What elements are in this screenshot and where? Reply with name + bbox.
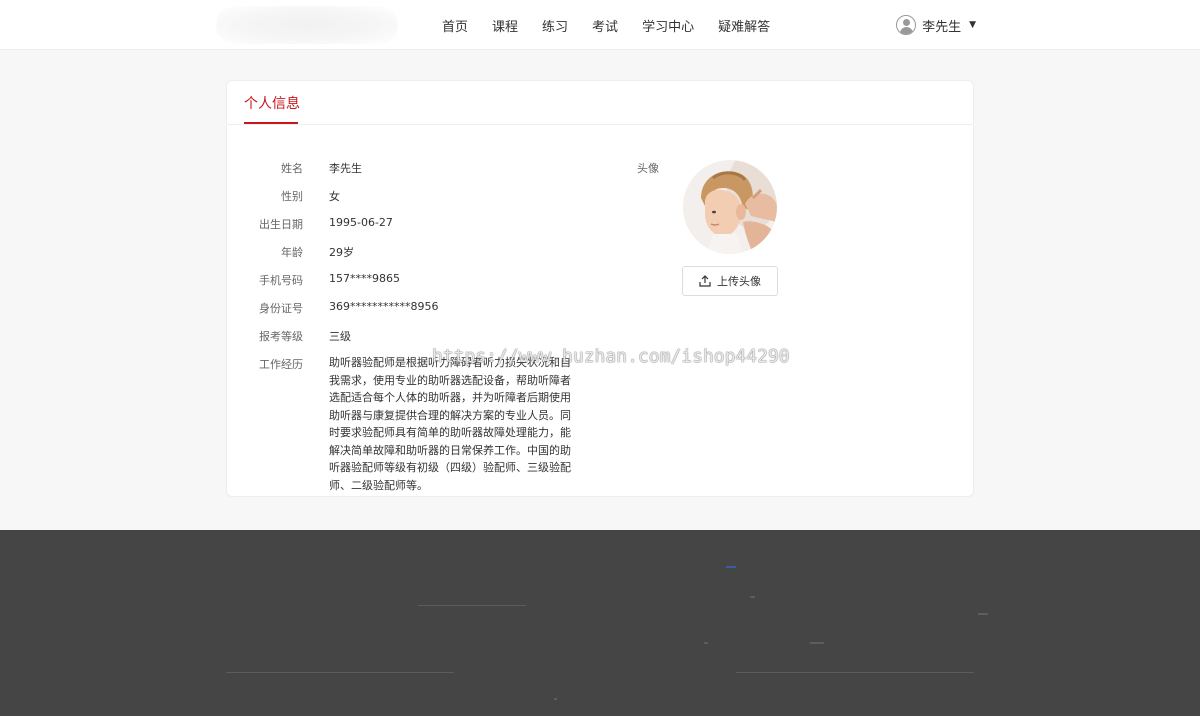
field-value: 1995-06-27 bbox=[329, 216, 393, 229]
user-name: 李先生 bbox=[922, 19, 962, 35]
footer-mark bbox=[810, 642, 824, 644]
field-label: 身份证号 bbox=[259, 302, 303, 315]
main-nav: 首页 课程 练习 考试 学习中心 疑难解答 bbox=[430, 0, 782, 50]
avatar-label: 头像 bbox=[637, 162, 659, 175]
user-circle-icon bbox=[896, 15, 917, 35]
watermark-text: https://www.huzhan.com/ishop44290 bbox=[432, 346, 790, 367]
field-value: 李先生 bbox=[329, 162, 362, 175]
footer-mark bbox=[554, 698, 557, 700]
nav-faq[interactable]: 疑难解答 bbox=[718, 16, 770, 35]
upload-avatar-button[interactable]: 上传头像 bbox=[682, 266, 778, 296]
field-label: 姓名 bbox=[281, 162, 303, 175]
field-value: 女 bbox=[329, 190, 340, 203]
field-label: 年龄 bbox=[281, 246, 303, 259]
profile-avatar bbox=[683, 160, 777, 254]
field-label: 出生日期 bbox=[259, 218, 303, 231]
chevron-down-icon: ▼ bbox=[969, 20, 976, 30]
card-header: 个人信息 bbox=[227, 81, 973, 125]
field-value: 369***********8956 bbox=[329, 300, 439, 313]
site-footer bbox=[0, 530, 1200, 716]
field-value: 157****9865 bbox=[329, 272, 400, 285]
footer-mark bbox=[726, 566, 736, 568]
nav-exam[interactable]: 考试 bbox=[592, 16, 618, 35]
top-navigation-bar: 首页 课程 练习 考试 学习中心 疑难解答 李先生 ▼ bbox=[0, 0, 1200, 50]
upload-avatar-label: 上传头像 bbox=[717, 275, 761, 288]
nav-practice[interactable]: 练习 bbox=[542, 16, 568, 35]
site-logo[interactable] bbox=[216, 6, 398, 44]
tab-personal-info[interactable]: 个人信息 bbox=[244, 93, 300, 113]
footer-divider bbox=[226, 672, 454, 673]
upload-icon bbox=[699, 275, 711, 287]
field-value: 三级 bbox=[329, 330, 351, 343]
active-tab-indicator bbox=[244, 122, 298, 124]
field-label: 性别 bbox=[281, 190, 303, 203]
nav-learning-center[interactable]: 学习中心 bbox=[642, 16, 694, 35]
footer-divider bbox=[736, 672, 974, 673]
nav-courses[interactable]: 课程 bbox=[492, 16, 518, 35]
field-label: 报考等级 bbox=[259, 330, 303, 343]
field-label: 手机号码 bbox=[259, 274, 303, 287]
footer-divider bbox=[418, 605, 526, 606]
field-value: 助听器验配师是根据听力障碍者听力损失状况和自我需求，使用专业的助听器选配设备，帮… bbox=[329, 356, 571, 492]
field-label: 工作经历 bbox=[259, 358, 303, 371]
user-menu[interactable]: 李先生 ▼ bbox=[896, 14, 976, 36]
nav-home[interactable]: 首页 bbox=[442, 16, 468, 35]
profile-card: 个人信息 姓名 李先生 性别 女 出生日期 1995-06-27 年龄 29岁 … bbox=[226, 80, 974, 497]
footer-mark bbox=[978, 613, 988, 615]
field-value: 29岁 bbox=[329, 246, 354, 259]
footer-mark bbox=[704, 642, 708, 644]
footer-mark bbox=[750, 596, 755, 598]
